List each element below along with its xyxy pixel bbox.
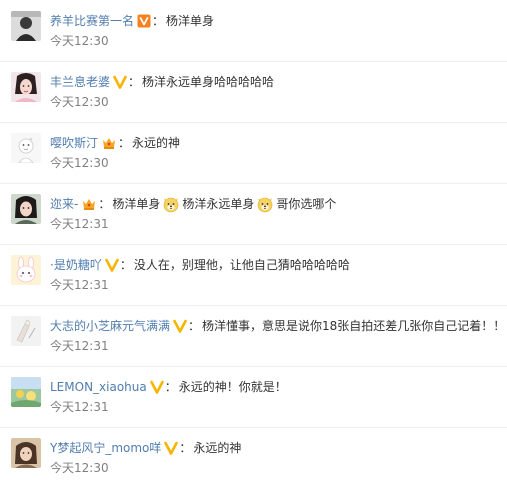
separator-colon: ：	[152, 14, 165, 28]
timestamp: 今天12:31	[50, 339, 109, 353]
avatar[interactable]	[11, 133, 41, 163]
timestamp: 今天12:31	[50, 400, 109, 414]
comment-item: 养羊比赛第一名 ： 杨洋单身 今天12:30	[0, 0, 507, 61]
avatar[interactable]	[11, 377, 41, 407]
divider	[0, 366, 507, 367]
divider	[0, 427, 507, 428]
comment-text: 永远的神	[193, 441, 242, 455]
crown-icon	[81, 197, 97, 211]
timestamp: 今天12:31	[50, 278, 109, 292]
comment-line: 迩来- ： 杨洋单身 杨洋永远单身 哥你选哪个	[50, 195, 336, 213]
username-link[interactable]: 迩来-	[50, 195, 78, 213]
comment-line: 养羊比赛第一名 ： 杨洋单身	[50, 12, 214, 30]
comment-item: 嘤吹斯汀 ： 永远的神 今天12:30	[0, 122, 507, 183]
avatar[interactable]	[11, 194, 41, 224]
username-link[interactable]: 嘤吹斯汀	[50, 134, 98, 152]
comment-line: 丰兰息老婆 ： 杨洋永远单身哈哈哈哈哈	[50, 73, 274, 91]
comment-line: 嘤吹斯汀 ： 永远的神	[50, 134, 180, 152]
yellow-v-verified-icon	[164, 441, 179, 455]
avatar[interactable]	[11, 72, 41, 102]
avatar[interactable]	[11, 438, 41, 468]
divider	[0, 61, 507, 62]
comment-text-part: 杨洋永远单身	[182, 197, 255, 211]
comment-item: 丰兰息老婆 ： 杨洋永远单身哈哈哈哈哈 今天12:30	[0, 61, 507, 122]
comment-line: ·是奶糖吖 ： 没人在，别理他，让他自己猜哈哈哈哈哈	[50, 256, 350, 274]
comment-text: 没人在，别理他，让他自己猜哈哈哈哈哈	[133, 258, 350, 272]
timestamp: 今天12:31	[50, 217, 109, 231]
username-link[interactable]: ·是奶糖吖	[50, 256, 102, 274]
comment-text: 杨洋单身	[166, 14, 215, 28]
timestamp: 今天12:30	[50, 34, 109, 48]
orange-v-verified-icon	[137, 14, 151, 28]
comment-list: 养羊比赛第一名 ： 杨洋单身 今天12:30 丰兰息老婆 ： 杨洋永远单身哈哈哈…	[0, 0, 507, 494]
dog-face-emoji-icon	[162, 195, 180, 213]
separator-colon: ：	[98, 197, 111, 211]
avatar[interactable]	[11, 255, 41, 285]
crown-icon	[101, 136, 117, 150]
username-link[interactable]: 丰兰息老婆	[50, 73, 110, 91]
separator-colon: ：	[119, 258, 132, 272]
username-link[interactable]: Y梦起风宁_momo咩	[50, 439, 161, 457]
comment-line: 大志的小芝麻元气满满 ： 杨洋懂事，意思是说你18张自拍还差几张你自己记着！！	[50, 317, 505, 335]
yellow-v-verified-icon	[105, 258, 119, 272]
comment-item: ·是奶糖吖 ： 没人在，别理他，让他自己猜哈哈哈哈哈 今天12:31	[0, 244, 507, 305]
divider	[0, 305, 507, 306]
username-link[interactable]: 养羊比赛第一名	[50, 12, 134, 30]
comment-text: 永远的神！你就是！	[178, 380, 287, 394]
username-link[interactable]: LEMON_xiaohua	[50, 378, 147, 396]
yellow-v-verified-icon	[113, 75, 127, 89]
comment-item: LEMON_xiaohua ： 永远的神！你就是！ 今天12:31	[0, 366, 507, 427]
username-link[interactable]: 大志的小芝麻元气满满	[50, 317, 170, 335]
separator-colon: ：	[188, 319, 201, 333]
comment-text: 杨洋永远单身哈哈哈哈哈	[142, 75, 275, 89]
separator-colon: ：	[164, 380, 177, 394]
comment-item: Y梦起风宁_momo咩 ： 永远的神 今天12:30	[0, 427, 507, 488]
timestamp: 今天12:30	[50, 461, 109, 475]
timestamp: 今天12:30	[50, 95, 109, 109]
separator-colon: ：	[118, 136, 131, 150]
yellow-v-verified-icon	[173, 319, 187, 333]
divider	[0, 122, 507, 123]
divider	[0, 244, 507, 245]
avatar[interactable]	[11, 316, 41, 346]
avatar[interactable]	[11, 11, 41, 41]
comment-item: 迩来- ： 杨洋单身 杨洋永远单身 哥你选哪个 今天12:31	[0, 183, 507, 244]
separator-colon: ：	[128, 75, 141, 89]
divider	[0, 183, 507, 184]
timestamp: 今天12:30	[50, 156, 109, 170]
comment-line: LEMON_xiaohua ： 永远的神！你就是！	[50, 378, 287, 396]
yellow-v-verified-icon	[149, 380, 164, 394]
comment-item: 大志的小芝麻元气满满 ： 杨洋懂事，意思是说你18张自拍还差几张你自己记着！！ …	[0, 305, 507, 366]
dog-face-emoji-icon	[256, 195, 274, 213]
comment-text: 永远的神	[132, 136, 181, 150]
comment-text: 杨洋懂事，意思是说你18张自拍还差几张你自己记着！！	[202, 319, 506, 333]
comment-line: Y梦起风宁_momo咩 ： 永远的神	[50, 439, 241, 457]
comment-text-part: 哥你选哪个	[276, 197, 337, 211]
comment-text-part: 杨洋单身	[112, 197, 161, 211]
separator-colon: ：	[179, 441, 192, 455]
